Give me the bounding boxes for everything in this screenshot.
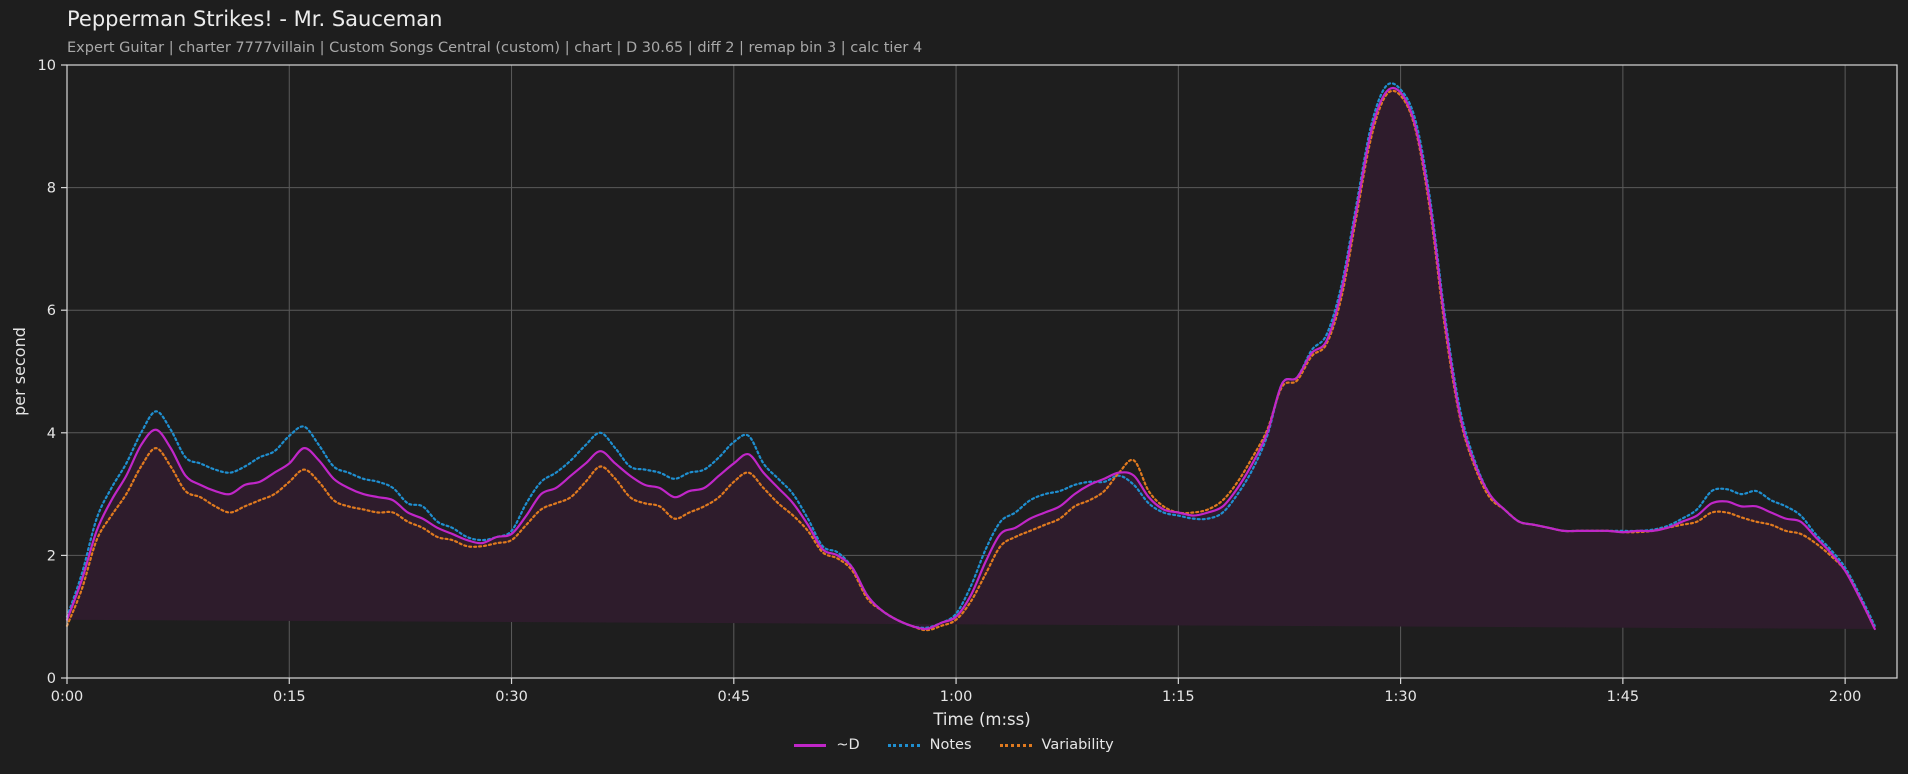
y-tick-label-3: 6 (47, 303, 56, 319)
y-tick-label-5: 10 (38, 58, 56, 74)
y-tick-label-0: 0 (47, 671, 56, 687)
x-tick-label-7: 1:45 (1607, 689, 1640, 705)
legend-swatch-variability (999, 743, 1032, 747)
x-tick-label-5: 1:15 (1162, 689, 1195, 705)
x-tick-label-3: 0:45 (718, 689, 751, 705)
legend-item-d: ~D (794, 737, 860, 753)
legend-swatch-d (794, 743, 827, 747)
legend-label-notes: Notes (929, 737, 972, 753)
chart-plot: 0:00 0:15 0:30 0:45 1:00 1:15 1:30 1:45 2:00 0 2 4 6… (10, 58, 1898, 729)
x-tick-label-8: 2:00 (1829, 689, 1862, 705)
y-tick-label-1: 2 (47, 548, 56, 564)
y-axis-label: per second (10, 327, 29, 416)
legend-item-variability: Variability (999, 737, 1114, 753)
x-tick-label-6: 1:30 (1384, 689, 1417, 705)
y-tick-label-2: 4 (47, 426, 56, 442)
legend-label-d: ~D (836, 737, 860, 753)
x-tick-label-2: 0:30 (495, 689, 528, 705)
legend: ~D Notes Variability (0, 737, 1908, 753)
x-tick-label-4: 1:00 (940, 689, 973, 705)
x-tick-label-1: 0:15 (273, 689, 306, 705)
legend-item-notes: Notes (887, 737, 972, 753)
x-tick-label-0: 0:00 (51, 689, 84, 705)
x-axis-label: Time (m:ss) (932, 710, 1030, 729)
legend-swatch-notes (887, 743, 920, 747)
legend-label-variability: Variability (1041, 737, 1114, 753)
y-tick-label-4: 8 (47, 181, 56, 197)
